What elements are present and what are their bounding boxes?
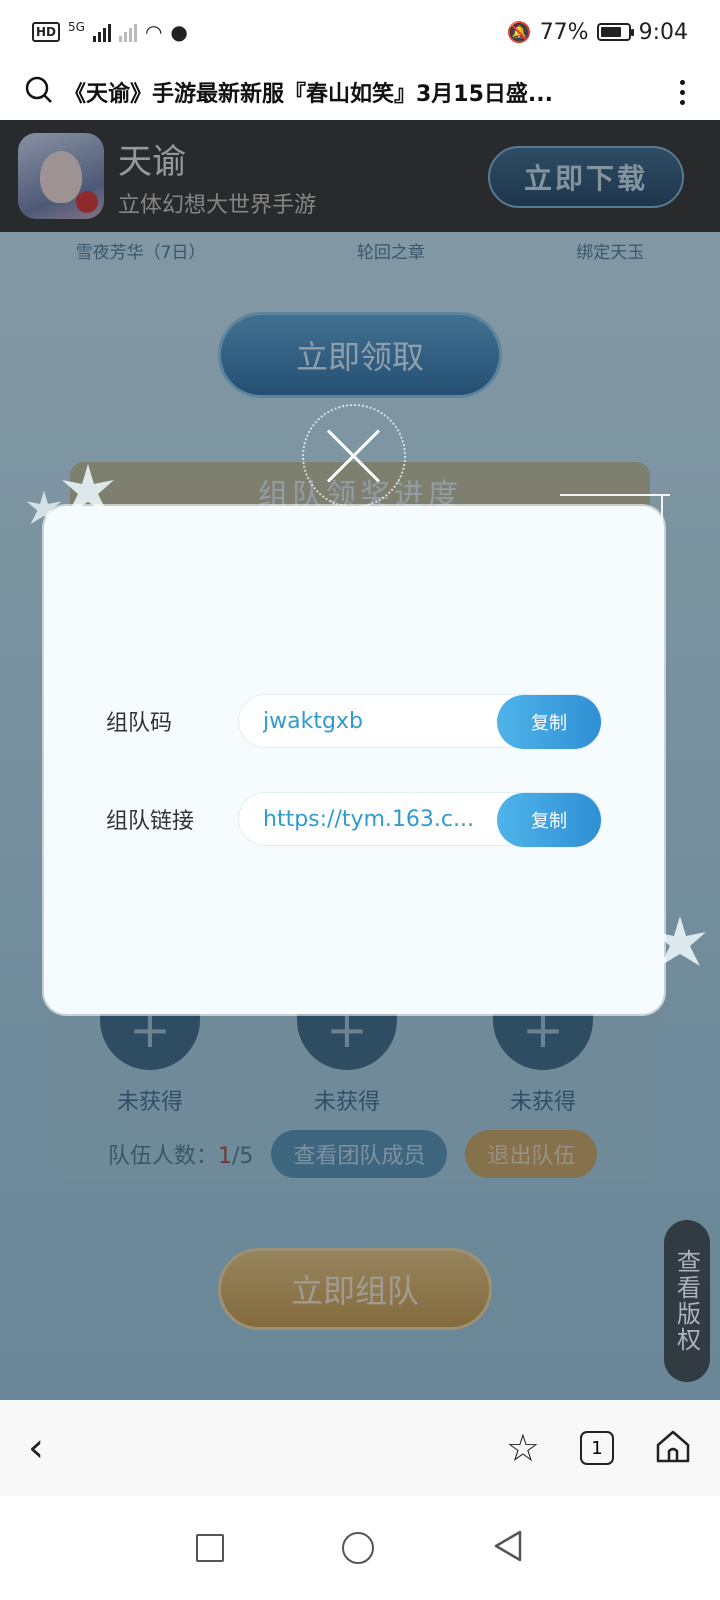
browser-toolbar: ‹ ☆ 1	[0, 1400, 720, 1496]
more-menu-icon[interactable]	[668, 79, 696, 105]
home-nav-icon[interactable]	[342, 1532, 374, 1564]
mute-bell-icon: 🔕	[506, 20, 532, 44]
copyright-tab[interactable]: 查看版权	[664, 1220, 710, 1382]
close-icon[interactable]	[322, 424, 386, 488]
recent-apps-icon[interactable]	[196, 1534, 224, 1562]
hd-badge: HD	[32, 22, 61, 42]
status-left: HD 5G ◠ ●	[32, 20, 188, 44]
team-link-label: 组队链接	[106, 809, 195, 834]
message-icon: ●	[170, 20, 188, 44]
toolbar-right: ☆ 1	[506, 1426, 692, 1470]
team-share-modal: 组队码 jwaktgxb 复制 组队链接 https://tym.163.c..…	[44, 506, 664, 1014]
system-nav-bar	[0, 1496, 720, 1600]
sparkle-decoration	[560, 494, 670, 496]
network-label: 5G	[68, 20, 85, 34]
team-link-field[interactable]: https://tym.163.c... 复制	[238, 792, 602, 847]
team-link-row: 组队链接 https://tym.163.c... 复制	[106, 792, 602, 847]
team-code-value[interactable]: jwaktgxb	[263, 709, 481, 734]
back-icon[interactable]: ‹	[28, 1425, 68, 1471]
signal-icon-secondary	[118, 22, 137, 42]
team-link-value[interactable]: https://tym.163.c...	[263, 807, 481, 832]
search-icon[interactable]	[24, 75, 54, 109]
clock: 9:04	[638, 19, 688, 45]
battery-icon	[596, 23, 634, 41]
home-icon[interactable]	[654, 1427, 692, 1469]
copy-link-button[interactable]: 复制	[497, 793, 601, 847]
battery-percent: 77%	[539, 19, 589, 45]
signal-icon	[92, 22, 111, 42]
team-code-label: 组队码	[106, 711, 173, 736]
copy-code-button[interactable]: 复制	[497, 695, 601, 749]
page-title[interactable]: 《天谕》手游最新新服『春山如笑』3月15日盛...	[64, 76, 658, 108]
bookmark-star-icon[interactable]: ☆	[506, 1426, 540, 1470]
battery-fill	[600, 27, 621, 37]
team-code-field[interactable]: jwaktgxb 复制	[238, 694, 602, 749]
team-code-row: 组队码 jwaktgxb 复制	[106, 694, 602, 749]
status-right: 🔕 77% 9:04	[507, 20, 688, 45]
url-bar[interactable]: 《天谕》手游最新新服『春山如笑』3月15日盛...	[0, 64, 720, 120]
status-bar: HD 5G ◠ ● 🔕 77% 9:04	[0, 0, 720, 64]
wifi-icon: ◠	[144, 20, 163, 44]
tabs-button[interactable]: 1	[580, 1431, 614, 1465]
back-nav-icon[interactable]	[492, 1529, 524, 1567]
